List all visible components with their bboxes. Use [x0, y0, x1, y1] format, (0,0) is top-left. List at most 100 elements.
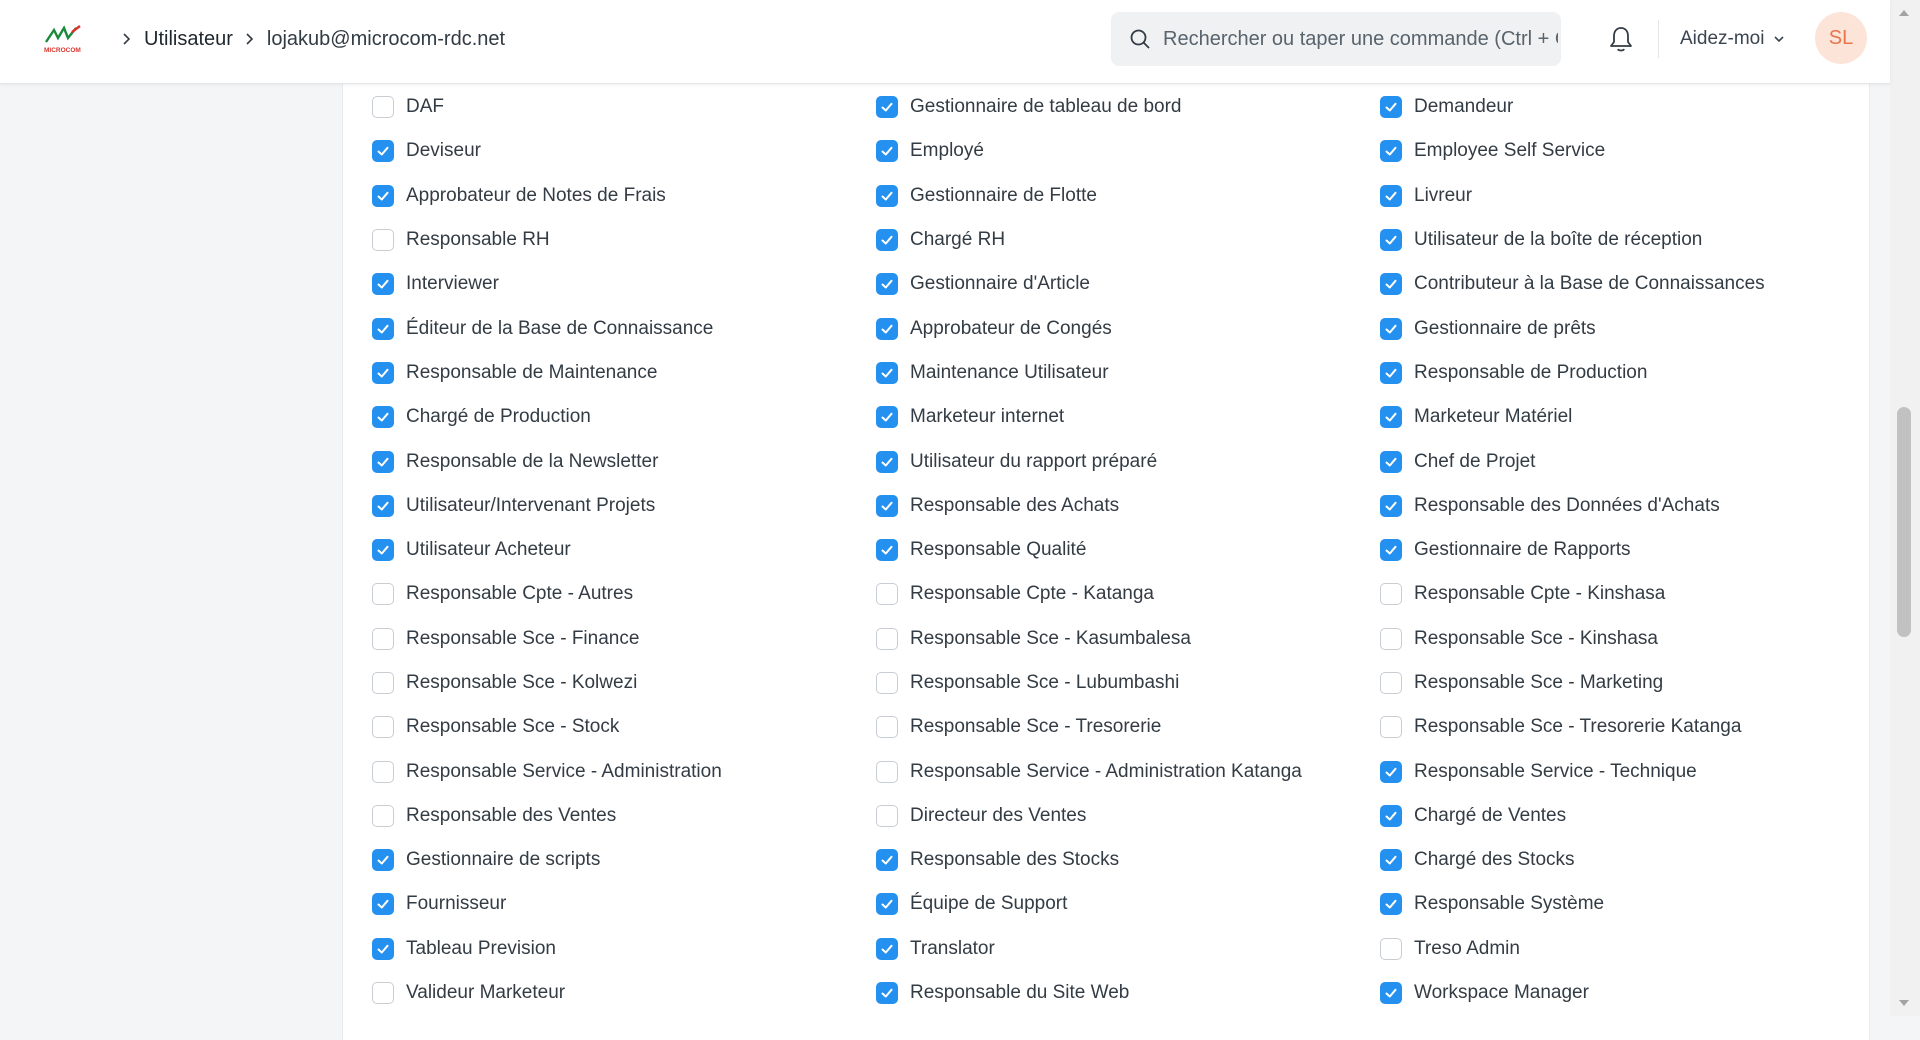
- role-checkbox-item[interactable]: Responsable Service - Technique: [1380, 749, 1872, 793]
- role-checkbox-item[interactable]: Approbateur de Congés: [876, 306, 1380, 350]
- help-dropdown[interactable]: Aidez-moi: [1680, 20, 1786, 58]
- role-checkbox-item[interactable]: Gestionnaire d'Article: [876, 262, 1380, 306]
- role-checkbox-item[interactable]: Responsable Sce - Kasumbalesa: [876, 617, 1380, 661]
- checkbox-checked[interactable]: [1380, 96, 1402, 119]
- role-checkbox-item[interactable]: Chargé des Stocks: [1380, 838, 1872, 882]
- checkbox-unchecked[interactable]: [372, 583, 394, 606]
- checkbox-checked[interactable]: [1380, 406, 1402, 429]
- checkbox-unchecked[interactable]: [1380, 583, 1402, 606]
- role-checkbox-item[interactable]: Utilisateur Acheteur: [372, 528, 876, 572]
- checkbox-unchecked[interactable]: [372, 672, 394, 694]
- checkbox-unchecked[interactable]: [876, 627, 898, 650]
- checkbox-unchecked[interactable]: [372, 804, 394, 827]
- role-checkbox-item[interactable]: Responsable Système: [1380, 882, 1872, 926]
- checkbox-checked[interactable]: [1380, 361, 1402, 384]
- role-checkbox-item[interactable]: Contributeur à la Base de Connaissances: [1380, 262, 1872, 306]
- checkbox-unchecked[interactable]: [1380, 716, 1402, 739]
- role-checkbox-item[interactable]: Marketeur internet: [876, 395, 1380, 439]
- checkbox-checked[interactable]: [372, 273, 394, 296]
- checkbox-checked[interactable]: [372, 937, 394, 960]
- checkbox-checked[interactable]: [876, 184, 898, 207]
- role-checkbox-item[interactable]: Gestionnaire de Flotte: [876, 174, 1380, 218]
- checkbox-checked[interactable]: [1380, 450, 1402, 473]
- role-checkbox-item[interactable]: Employee Self Service: [1380, 129, 1872, 173]
- checkbox-checked[interactable]: [372, 361, 394, 384]
- role-checkbox-item[interactable]: Demandeur: [1380, 85, 1872, 129]
- role-checkbox-item[interactable]: Responsable des Données d'Achats: [1380, 484, 1872, 528]
- checkbox-checked[interactable]: [372, 849, 394, 872]
- role-checkbox-item[interactable]: Responsable Sce - Finance: [372, 617, 876, 661]
- role-checkbox-item[interactable]: Utilisateur/Intervenant Projets: [372, 484, 876, 528]
- checkbox-checked[interactable]: [372, 893, 394, 916]
- bell-icon[interactable]: [1606, 24, 1636, 54]
- role-checkbox-item[interactable]: Éditeur de la Base de Connaissance: [372, 306, 876, 350]
- role-checkbox-item[interactable]: Responsable du Site Web: [876, 971, 1380, 1015]
- checkbox-checked[interactable]: [372, 494, 394, 517]
- breadcrumb-utilisateur[interactable]: Utilisateur: [144, 28, 233, 51]
- role-checkbox-item[interactable]: Treso Admin: [1380, 927, 1872, 971]
- checkbox-checked[interactable]: [372, 450, 394, 473]
- checkbox-checked[interactable]: [876, 450, 898, 473]
- checkbox-unchecked[interactable]: [876, 583, 898, 606]
- search-input[interactable]: [1163, 27, 1558, 51]
- checkbox-checked[interactable]: [372, 317, 394, 340]
- role-checkbox-item[interactable]: Responsable Qualité: [876, 528, 1380, 572]
- checkbox-checked[interactable]: [876, 273, 898, 296]
- checkbox-checked[interactable]: [1380, 273, 1402, 296]
- role-checkbox-item[interactable]: Workspace Manager: [1380, 971, 1872, 1015]
- checkbox-checked[interactable]: [876, 361, 898, 384]
- role-checkbox-item[interactable]: Responsable Sce - Tresorerie Katanga: [1380, 705, 1872, 749]
- checkbox-checked[interactable]: [876, 317, 898, 340]
- role-checkbox-item[interactable]: Directeur des Ventes: [876, 794, 1380, 838]
- role-checkbox-item[interactable]: Responsable Service - Administration: [372, 749, 876, 793]
- role-checkbox-item[interactable]: Livreur: [1380, 174, 1872, 218]
- checkbox-unchecked[interactable]: [372, 716, 394, 739]
- role-checkbox-item[interactable]: Utilisateur de la boîte de réception: [1380, 218, 1872, 262]
- role-checkbox-item[interactable]: Chef de Projet: [1380, 439, 1872, 483]
- checkbox-checked[interactable]: [372, 184, 394, 207]
- role-checkbox-item[interactable]: Responsable RH: [372, 218, 876, 262]
- checkbox-checked[interactable]: [876, 982, 898, 1005]
- role-checkbox-item[interactable]: Chargé RH: [876, 218, 1380, 262]
- checkbox-checked[interactable]: [1380, 140, 1402, 163]
- checkbox-checked[interactable]: [1380, 849, 1402, 872]
- role-checkbox-item[interactable]: Responsable des Achats: [876, 484, 1380, 528]
- checkbox-unchecked[interactable]: [372, 229, 394, 252]
- role-checkbox-item[interactable]: Responsable de la Newsletter: [372, 439, 876, 483]
- role-checkbox-item[interactable]: Responsable des Stocks: [876, 838, 1380, 882]
- role-checkbox-item[interactable]: Utilisateur du rapport préparé: [876, 439, 1380, 483]
- role-checkbox-item[interactable]: Fournisseur: [372, 882, 876, 926]
- role-checkbox-item[interactable]: Gestionnaire de prêts: [1380, 306, 1872, 350]
- checkbox-checked[interactable]: [1380, 494, 1402, 517]
- checkbox-checked[interactable]: [1380, 229, 1402, 252]
- checkbox-unchecked[interactable]: [876, 760, 898, 783]
- role-checkbox-item[interactable]: Tableau Prevision: [372, 927, 876, 971]
- role-checkbox-item[interactable]: Responsable Sce - Kolwezi: [372, 661, 876, 705]
- checkbox-unchecked[interactable]: [372, 760, 394, 783]
- role-checkbox-item[interactable]: Responsable Cpte - Kinshasa: [1380, 572, 1872, 616]
- checkbox-unchecked[interactable]: [876, 804, 898, 827]
- checkbox-checked[interactable]: [876, 937, 898, 960]
- role-checkbox-item[interactable]: Employé: [876, 129, 1380, 173]
- scroll-down-icon[interactable]: [1898, 998, 1910, 1008]
- checkbox-checked[interactable]: [1380, 184, 1402, 207]
- checkbox-checked[interactable]: [1380, 539, 1402, 562]
- role-checkbox-item[interactable]: Responsable Sce - Marketing: [1380, 661, 1872, 705]
- role-checkbox-item[interactable]: Responsable Sce - Kinshasa: [1380, 617, 1872, 661]
- checkbox-unchecked[interactable]: [372, 627, 394, 650]
- checkbox-checked[interactable]: [876, 406, 898, 429]
- checkbox-unchecked[interactable]: [372, 96, 394, 119]
- role-checkbox-item[interactable]: Responsable Cpte - Autres: [372, 572, 876, 616]
- checkbox-checked[interactable]: [1380, 317, 1402, 340]
- role-checkbox-item[interactable]: Responsable de Maintenance: [372, 351, 876, 395]
- checkbox-checked[interactable]: [1380, 893, 1402, 916]
- checkbox-checked[interactable]: [1380, 982, 1402, 1005]
- role-checkbox-item[interactable]: Marketeur Matériel: [1380, 395, 1872, 439]
- checkbox-checked[interactable]: [372, 406, 394, 429]
- role-checkbox-item[interactable]: Maintenance Utilisateur: [876, 351, 1380, 395]
- avatar[interactable]: SL: [1815, 12, 1867, 64]
- role-checkbox-item[interactable]: Gestionnaire de tableau de bord: [876, 85, 1380, 129]
- checkbox-unchecked[interactable]: [1380, 672, 1402, 694]
- role-checkbox-item[interactable]: DAF: [372, 85, 876, 129]
- role-checkbox-item[interactable]: Responsable de Production: [1380, 351, 1872, 395]
